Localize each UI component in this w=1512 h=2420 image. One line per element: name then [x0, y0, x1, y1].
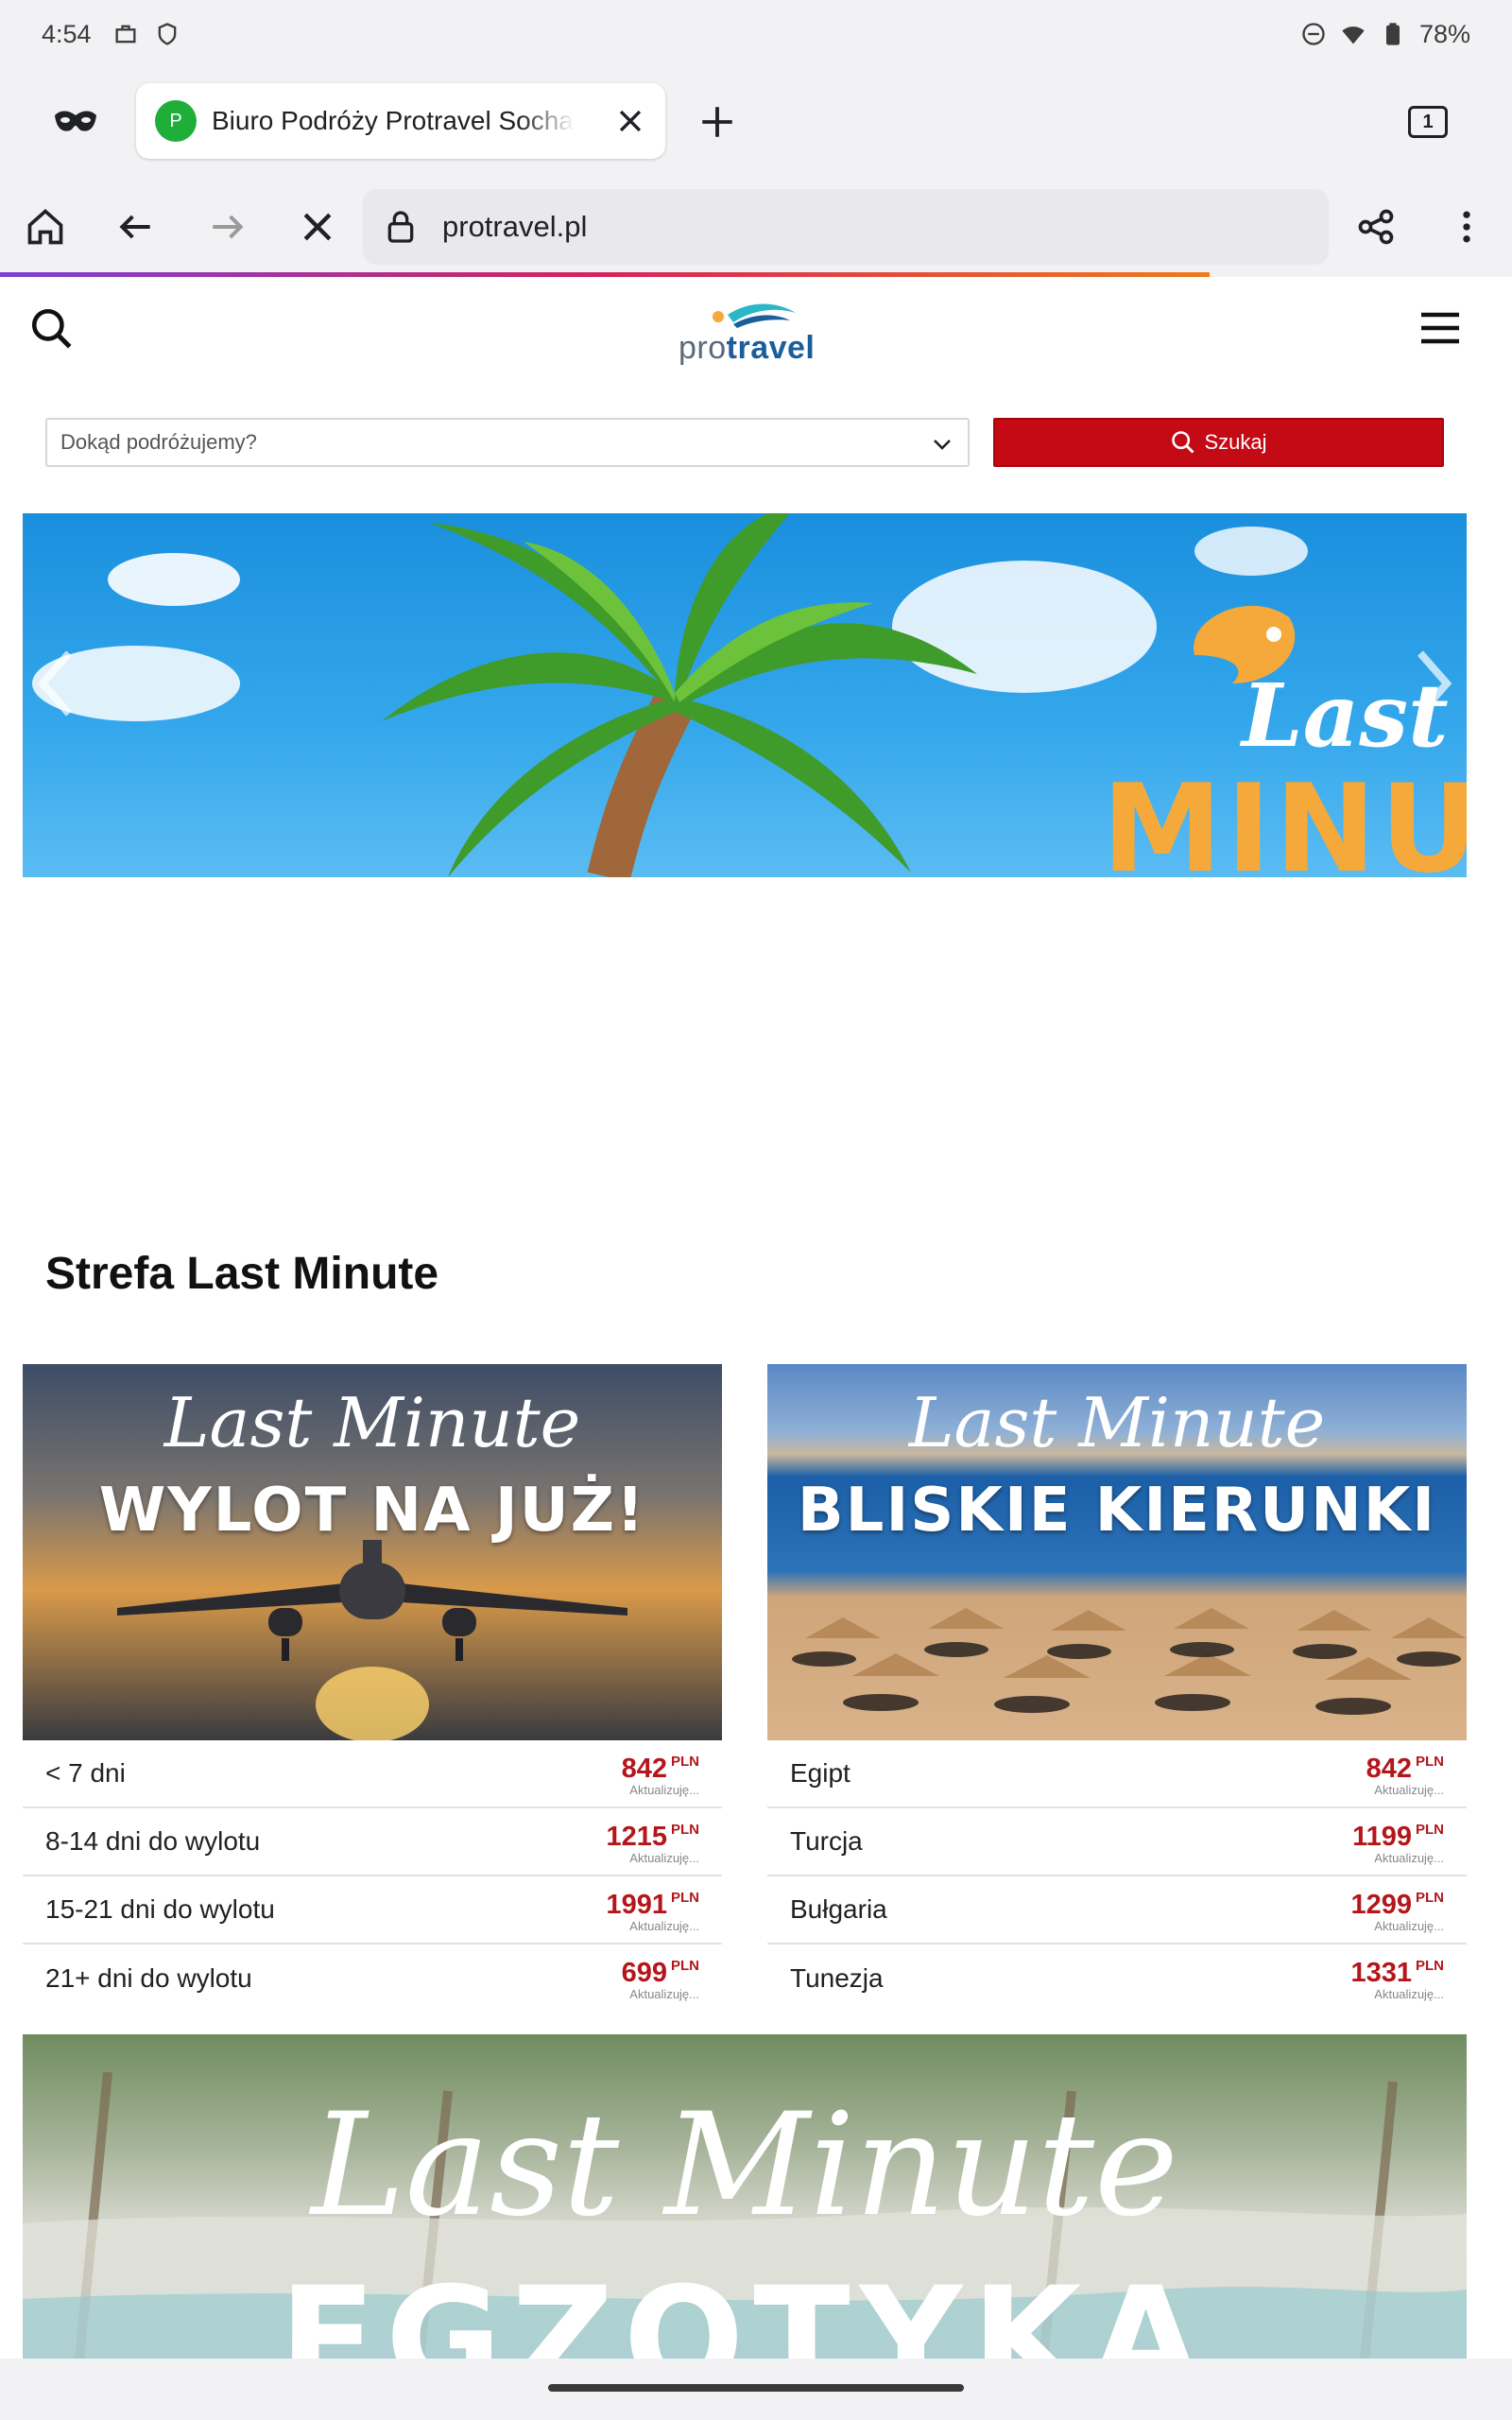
row-price: 1199 PLN Aktualizuję... — [1352, 1822, 1444, 1865]
hero-minute-text: MINUT — [1102, 759, 1467, 877]
site-favicon: P — [155, 100, 197, 142]
list-item[interactable]: 15-21 dni do wylotu 1991 PLN Aktualizuję..… — [23, 1876, 722, 1945]
list-item[interactable]: < 7 dni 842 PLN Aktualizuję... — [23, 1740, 722, 1808]
status-bar: 4:54 78% — [0, 0, 1512, 68]
site-logo[interactable]: protravel — [679, 296, 815, 366]
url-bar[interactable]: protravel.pl — [363, 189, 1329, 265]
briefcase-icon — [115, 25, 136, 43]
search-row: Dokąd podróżujemy? Szukaj — [45, 418, 1444, 467]
search-submit-button[interactable]: Szukaj — [993, 418, 1444, 467]
last-minute-card-departure: Last Minute WYLOT NA JUŻ! < 7 dni 842 PLN… — [23, 1364, 722, 2013]
card-image[interactable]: Last Minute BLISKIE KIERUNKI — [767, 1364, 1467, 1740]
forward-icon[interactable] — [206, 206, 248, 248]
row-price: 1991 PLN Aktualizuję... — [606, 1890, 699, 1933]
search-icon — [1172, 431, 1194, 454]
shield-icon — [158, 23, 176, 45]
card-heading: WYLOT NA JUŻ! — [98, 1476, 646, 1546]
row-price: 1299 PLN Aktualizuję... — [1350, 1890, 1444, 1933]
row-price: 1215 PLN Aktualizuję... — [606, 1822, 699, 1865]
row-price: 699 PLN Aktualizuję... — [621, 1958, 699, 2001]
logo-text: protravel — [679, 330, 816, 366]
tab-title: Biuro Podróży Protravel Sochaczew — [212, 106, 575, 135]
hero-banner[interactable]: Last MINUT — [23, 513, 1467, 877]
more-options-icon[interactable] — [1446, 206, 1487, 248]
row-label: Bułgaria — [790, 1894, 887, 1924]
section-title: Strefa Last Minute — [45, 1249, 439, 1299]
row-label: 21+ dni do wylotu — [45, 1963, 252, 1993]
tab-count-button[interactable]: 1 — [1408, 106, 1448, 138]
lock-icon[interactable] — [382, 208, 420, 246]
price-list: < 7 dni 842 PLN Aktualizuję... 8-14 dni do… — [23, 1740, 722, 2013]
chevron-down-icon — [934, 440, 951, 450]
tab-strip: P Biuro Podróży Protravel Sochaczew 1 — [0, 68, 1512, 174]
stop-loading-icon[interactable] — [297, 206, 338, 248]
destination-placeholder: Dokąd podróżujemy? — [60, 430, 257, 454]
banner-script-title: Last Minute — [311, 2083, 1178, 2248]
card-script-title: Last Minute — [908, 1383, 1326, 1462]
list-item[interactable]: 21+ dni do wylotu 699 PLN Aktualizuję... — [23, 1945, 722, 2013]
carousel-prev-icon[interactable] — [34, 646, 81, 721]
hero-last-text: Last — [1242, 665, 1449, 767]
private-browsing-icon[interactable] — [53, 106, 98, 138]
row-label: Turcja — [790, 1826, 863, 1856]
destination-select[interactable]: Dokąd podróżujemy? — [45, 418, 970, 467]
hamburger-menu-icon[interactable] — [1418, 309, 1463, 347]
battery-level: 78% — [1418, 19, 1470, 48]
row-label: Egipt — [790, 1758, 850, 1788]
exotic-banner[interactable]: Last Minute EGZOTYKA — [23, 2034, 1467, 2359]
list-item[interactable]: Egipt 842 PLN Aktualizuję... — [767, 1740, 1467, 1808]
price-list: Egipt 842 PLN Aktualizuję... Turcja 1199 PL… — [767, 1740, 1467, 2013]
browser-tab[interactable]: P Biuro Podróży Protravel Sochaczew — [136, 83, 665, 159]
home-icon[interactable] — [25, 206, 66, 248]
wifi-icon — [1342, 26, 1365, 44]
search-button-label: Szukaj — [1204, 430, 1267, 454]
list-item[interactable]: 8-14 dni do wylotu 1215 PLN Aktualizuję... — [23, 1808, 722, 1876]
browser-toolbar: protravel.pl — [0, 174, 1512, 276]
card-script-title: Last Minute — [163, 1383, 581, 1462]
site-header: protravel — [0, 277, 1512, 390]
row-label: < 7 dni — [45, 1758, 126, 1788]
row-label: Tunezja — [790, 1963, 884, 1993]
row-label: 8-14 dni do wylotu — [45, 1826, 261, 1856]
list-item[interactable]: Tunezja 1331 PLN Aktualizuję... — [767, 1945, 1467, 2013]
close-icon[interactable] — [614, 105, 646, 137]
last-minute-card-nearby: Last Minute BLISKIE KIERUNKI Egipt 842 PL… — [767, 1364, 1467, 2013]
url-text[interactable]: protravel.pl — [442, 210, 587, 244]
do-not-disturb-icon — [1302, 23, 1325, 45]
share-icon[interactable] — [1355, 206, 1397, 248]
row-label: 15-21 dni do wylotu — [45, 1894, 275, 1924]
banner-heading: EGZOTYKA — [279, 2257, 1211, 2359]
list-item[interactable]: Turcja 1199 PLN Aktualizuję... — [767, 1808, 1467, 1876]
row-price: 1331 PLN Aktualizuję... — [1350, 1958, 1444, 2001]
card-heading: BLISKIE KIERUNKI — [797, 1476, 1437, 1546]
status-time: 4:54 — [42, 19, 92, 48]
new-tab-icon[interactable] — [697, 102, 737, 142]
row-price: 842 PLN Aktualizuję... — [1366, 1754, 1444, 1797]
card-image[interactable]: Last Minute WYLOT NA JUŻ! — [23, 1364, 722, 1740]
gesture-handle[interactable] — [548, 2384, 964, 2392]
logo-wave-icon — [713, 303, 796, 328]
battery-icon — [1385, 23, 1400, 45]
row-price: 842 PLN Aktualizuję... — [621, 1754, 699, 1797]
list-item[interactable]: Bułgaria 1299 PLN Aktualizuję... — [767, 1876, 1467, 1945]
search-icon[interactable] — [28, 305, 76, 353]
back-icon[interactable] — [115, 206, 157, 248]
